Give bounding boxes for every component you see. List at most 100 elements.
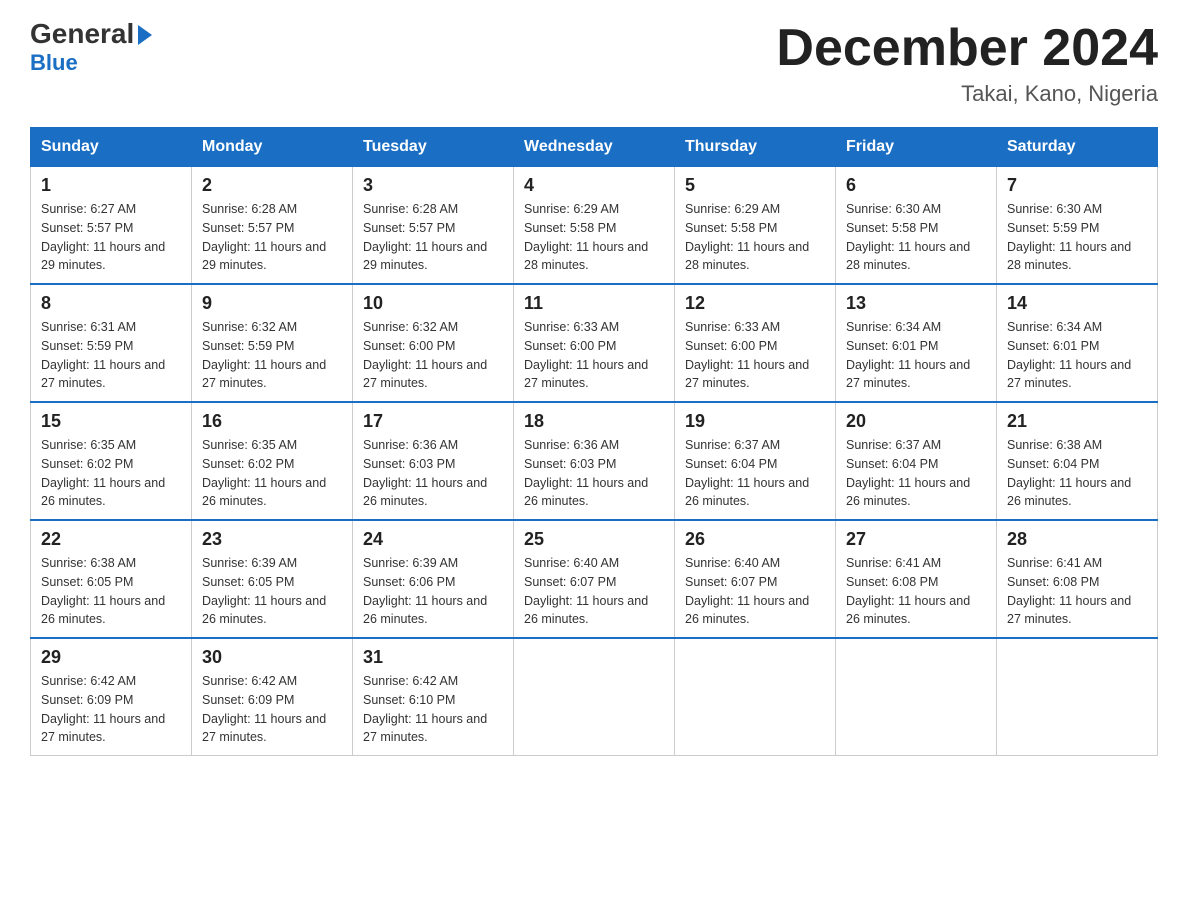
logo: General Blue bbox=[30, 20, 152, 76]
day-info: Sunrise: 6:29 AMSunset: 5:58 PMDaylight:… bbox=[524, 202, 648, 272]
calendar-cell: 16 Sunrise: 6:35 AMSunset: 6:02 PMDaylig… bbox=[192, 402, 353, 520]
calendar-cell: 30 Sunrise: 6:42 AMSunset: 6:09 PMDaylig… bbox=[192, 638, 353, 756]
title-block: December 2024 Takai, Kano, Nigeria bbox=[776, 20, 1158, 107]
calendar-cell: 18 Sunrise: 6:36 AMSunset: 6:03 PMDaylig… bbox=[514, 402, 675, 520]
calendar-week-5: 29 Sunrise: 6:42 AMSunset: 6:09 PMDaylig… bbox=[31, 638, 1158, 756]
day-number: 27 bbox=[846, 529, 986, 550]
calendar-week-1: 1 Sunrise: 6:27 AMSunset: 5:57 PMDayligh… bbox=[31, 167, 1158, 285]
day-number: 29 bbox=[41, 647, 181, 668]
day-info: Sunrise: 6:30 AMSunset: 5:59 PMDaylight:… bbox=[1007, 202, 1131, 272]
day-number: 6 bbox=[846, 175, 986, 196]
calendar-cell: 4 Sunrise: 6:29 AMSunset: 5:58 PMDayligh… bbox=[514, 167, 675, 285]
day-info: Sunrise: 6:37 AMSunset: 6:04 PMDaylight:… bbox=[846, 438, 970, 508]
day-info: Sunrise: 6:41 AMSunset: 6:08 PMDaylight:… bbox=[1007, 556, 1131, 626]
day-number: 11 bbox=[524, 293, 664, 314]
calendar-cell: 25 Sunrise: 6:40 AMSunset: 6:07 PMDaylig… bbox=[514, 520, 675, 638]
day-number: 9 bbox=[202, 293, 342, 314]
day-info: Sunrise: 6:31 AMSunset: 5:59 PMDaylight:… bbox=[41, 320, 165, 390]
header-saturday: Saturday bbox=[997, 128, 1158, 167]
day-info: Sunrise: 6:33 AMSunset: 6:00 PMDaylight:… bbox=[685, 320, 809, 390]
calendar-cell: 21 Sunrise: 6:38 AMSunset: 6:04 PMDaylig… bbox=[997, 402, 1158, 520]
day-info: Sunrise: 6:38 AMSunset: 6:04 PMDaylight:… bbox=[1007, 438, 1131, 508]
calendar-cell: 7 Sunrise: 6:30 AMSunset: 5:59 PMDayligh… bbox=[997, 167, 1158, 285]
calendar-cell: 20 Sunrise: 6:37 AMSunset: 6:04 PMDaylig… bbox=[836, 402, 997, 520]
calendar-table: SundayMondayTuesdayWednesdayThursdayFrid… bbox=[30, 127, 1158, 756]
calendar-cell: 2 Sunrise: 6:28 AMSunset: 5:57 PMDayligh… bbox=[192, 167, 353, 285]
day-info: Sunrise: 6:39 AMSunset: 6:06 PMDaylight:… bbox=[363, 556, 487, 626]
day-info: Sunrise: 6:28 AMSunset: 5:57 PMDaylight:… bbox=[202, 202, 326, 272]
day-info: Sunrise: 6:32 AMSunset: 5:59 PMDaylight:… bbox=[202, 320, 326, 390]
calendar-cell: 8 Sunrise: 6:31 AMSunset: 5:59 PMDayligh… bbox=[31, 284, 192, 402]
calendar-cell: 12 Sunrise: 6:33 AMSunset: 6:00 PMDaylig… bbox=[675, 284, 836, 402]
day-number: 25 bbox=[524, 529, 664, 550]
day-number: 3 bbox=[363, 175, 503, 196]
logo-arrow-shape bbox=[138, 25, 152, 45]
day-info: Sunrise: 6:41 AMSunset: 6:08 PMDaylight:… bbox=[846, 556, 970, 626]
calendar-cell: 6 Sunrise: 6:30 AMSunset: 5:58 PMDayligh… bbox=[836, 167, 997, 285]
day-number: 8 bbox=[41, 293, 181, 314]
calendar-week-2: 8 Sunrise: 6:31 AMSunset: 5:59 PMDayligh… bbox=[31, 284, 1158, 402]
calendar-cell: 19 Sunrise: 6:37 AMSunset: 6:04 PMDaylig… bbox=[675, 402, 836, 520]
logo-general: General bbox=[30, 20, 152, 48]
calendar-cell bbox=[514, 638, 675, 756]
day-number: 13 bbox=[846, 293, 986, 314]
day-number: 2 bbox=[202, 175, 342, 196]
day-number: 4 bbox=[524, 175, 664, 196]
calendar-cell bbox=[997, 638, 1158, 756]
day-info: Sunrise: 6:36 AMSunset: 6:03 PMDaylight:… bbox=[524, 438, 648, 508]
day-info: Sunrise: 6:42 AMSunset: 6:09 PMDaylight:… bbox=[202, 674, 326, 744]
day-number: 23 bbox=[202, 529, 342, 550]
calendar-cell: 22 Sunrise: 6:38 AMSunset: 6:05 PMDaylig… bbox=[31, 520, 192, 638]
day-info: Sunrise: 6:40 AMSunset: 6:07 PMDaylight:… bbox=[685, 556, 809, 626]
calendar-cell: 27 Sunrise: 6:41 AMSunset: 6:08 PMDaylig… bbox=[836, 520, 997, 638]
day-number: 12 bbox=[685, 293, 825, 314]
day-info: Sunrise: 6:40 AMSunset: 6:07 PMDaylight:… bbox=[524, 556, 648, 626]
day-info: Sunrise: 6:33 AMSunset: 6:00 PMDaylight:… bbox=[524, 320, 648, 390]
header-friday: Friday bbox=[836, 128, 997, 167]
day-number: 1 bbox=[41, 175, 181, 196]
day-info: Sunrise: 6:42 AMSunset: 6:09 PMDaylight:… bbox=[41, 674, 165, 744]
month-title: December 2024 bbox=[776, 20, 1158, 77]
calendar-cell: 3 Sunrise: 6:28 AMSunset: 5:57 PMDayligh… bbox=[353, 167, 514, 285]
calendar-cell: 24 Sunrise: 6:39 AMSunset: 6:06 PMDaylig… bbox=[353, 520, 514, 638]
day-info: Sunrise: 6:27 AMSunset: 5:57 PMDaylight:… bbox=[41, 202, 165, 272]
calendar-week-4: 22 Sunrise: 6:38 AMSunset: 6:05 PMDaylig… bbox=[31, 520, 1158, 638]
calendar-cell: 23 Sunrise: 6:39 AMSunset: 6:05 PMDaylig… bbox=[192, 520, 353, 638]
calendar-cell: 29 Sunrise: 6:42 AMSunset: 6:09 PMDaylig… bbox=[31, 638, 192, 756]
day-number: 17 bbox=[363, 411, 503, 432]
location: Takai, Kano, Nigeria bbox=[776, 81, 1158, 107]
day-info: Sunrise: 6:34 AMSunset: 6:01 PMDaylight:… bbox=[1007, 320, 1131, 390]
day-number: 16 bbox=[202, 411, 342, 432]
day-number: 22 bbox=[41, 529, 181, 550]
calendar-cell: 31 Sunrise: 6:42 AMSunset: 6:10 PMDaylig… bbox=[353, 638, 514, 756]
calendar-cell: 26 Sunrise: 6:40 AMSunset: 6:07 PMDaylig… bbox=[675, 520, 836, 638]
day-number: 18 bbox=[524, 411, 664, 432]
calendar-cell: 9 Sunrise: 6:32 AMSunset: 5:59 PMDayligh… bbox=[192, 284, 353, 402]
day-number: 20 bbox=[846, 411, 986, 432]
logo-blue: Blue bbox=[30, 50, 78, 76]
calendar-cell: 11 Sunrise: 6:33 AMSunset: 6:00 PMDaylig… bbox=[514, 284, 675, 402]
day-info: Sunrise: 6:37 AMSunset: 6:04 PMDaylight:… bbox=[685, 438, 809, 508]
calendar-cell: 14 Sunrise: 6:34 AMSunset: 6:01 PMDaylig… bbox=[997, 284, 1158, 402]
day-number: 7 bbox=[1007, 175, 1147, 196]
day-number: 10 bbox=[363, 293, 503, 314]
day-number: 28 bbox=[1007, 529, 1147, 550]
calendar-cell: 10 Sunrise: 6:32 AMSunset: 6:00 PMDaylig… bbox=[353, 284, 514, 402]
page-header: General Blue December 2024 Takai, Kano, … bbox=[30, 20, 1158, 107]
day-number: 5 bbox=[685, 175, 825, 196]
day-number: 19 bbox=[685, 411, 825, 432]
header-sunday: Sunday bbox=[31, 128, 192, 167]
calendar-cell bbox=[836, 638, 997, 756]
calendar-cell: 5 Sunrise: 6:29 AMSunset: 5:58 PMDayligh… bbox=[675, 167, 836, 285]
day-info: Sunrise: 6:39 AMSunset: 6:05 PMDaylight:… bbox=[202, 556, 326, 626]
day-info: Sunrise: 6:34 AMSunset: 6:01 PMDaylight:… bbox=[846, 320, 970, 390]
header-row: SundayMondayTuesdayWednesdayThursdayFrid… bbox=[31, 128, 1158, 167]
day-number: 15 bbox=[41, 411, 181, 432]
day-info: Sunrise: 6:36 AMSunset: 6:03 PMDaylight:… bbox=[363, 438, 487, 508]
day-number: 31 bbox=[363, 647, 503, 668]
day-number: 21 bbox=[1007, 411, 1147, 432]
day-number: 30 bbox=[202, 647, 342, 668]
day-info: Sunrise: 6:30 AMSunset: 5:58 PMDaylight:… bbox=[846, 202, 970, 272]
calendar-cell: 13 Sunrise: 6:34 AMSunset: 6:01 PMDaylig… bbox=[836, 284, 997, 402]
day-info: Sunrise: 6:42 AMSunset: 6:10 PMDaylight:… bbox=[363, 674, 487, 744]
